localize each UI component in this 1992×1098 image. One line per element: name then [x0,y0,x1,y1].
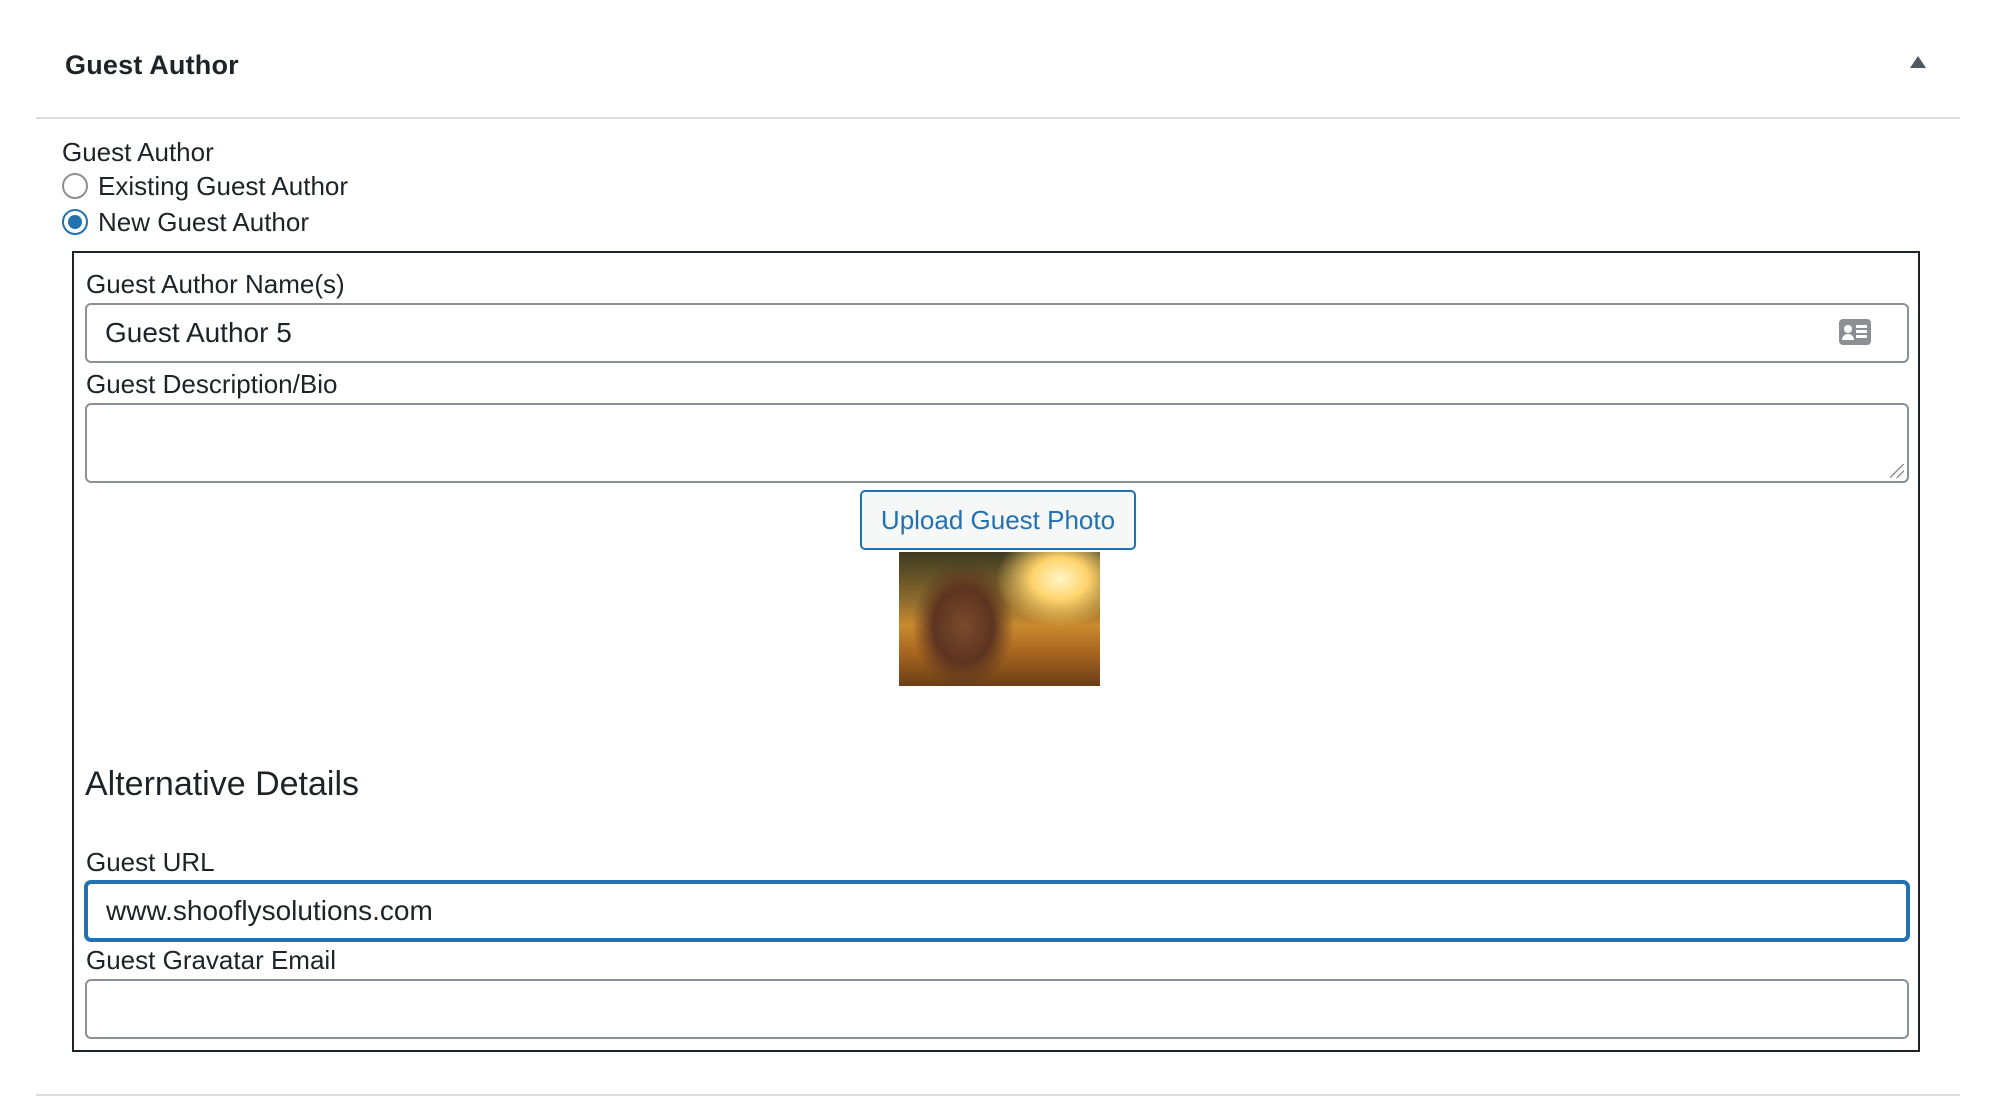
guest-author-name-input[interactable]: Guest Author 5 [85,303,1909,363]
guest-url-input[interactable]: www.shooflysolutions.com [85,881,1909,941]
radio-existing-guest-author[interactable]: Existing Guest Author [62,169,348,203]
guest-gravatar-email-label: Guest Gravatar Email [86,945,336,975]
radio-label: Existing Guest Author [98,170,349,201]
alternative-details-heading: Alternative Details [85,765,360,803]
new-guest-author-form: Guest Author Name(s) Guest Author 5 Gues… [72,251,1920,1052]
radio-button[interactable] [62,209,88,235]
guest-author-metabox: Guest Author Guest Author Existing Guest… [0,0,1992,1098]
guest-bio-label: Guest Description/Bio [86,369,338,399]
metabox-title: Guest Author [65,50,239,80]
guest-photo-thumbnail [899,552,1100,686]
guest-author-name-label: Guest Author Name(s) [86,269,345,299]
guest-url-value: www.shooflysolutions.com [106,895,433,926]
metabox-header: Guest Author [36,0,1960,119]
upload-guest-photo-button[interactable]: Upload Guest Photo [860,490,1136,550]
resize-handle-icon[interactable] [1890,464,1904,478]
radio-button[interactable] [62,173,88,199]
guest-gravatar-email-input[interactable] [85,979,1909,1039]
radio-label: New Guest Author [98,206,309,237]
guest-author-label: Guest Author [62,137,214,167]
guest-author-name-value: Guest Author 5 [105,317,292,348]
contact-card-icon[interactable] [1839,319,1871,345]
guest-bio-textarea[interactable] [85,403,1909,483]
radio-new-guest-author[interactable]: New Guest Author [62,205,309,239]
guest-url-label: Guest URL [86,847,215,877]
divider [36,1094,1960,1096]
triangle-up-icon[interactable] [1910,56,1926,68]
